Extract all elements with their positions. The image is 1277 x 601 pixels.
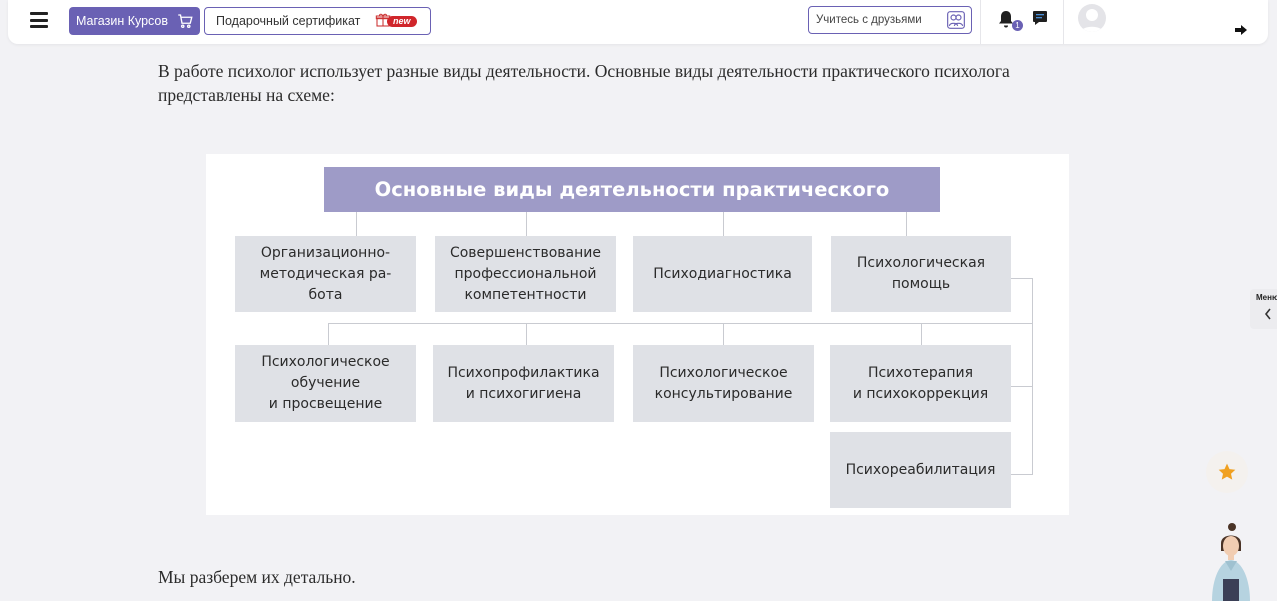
connector-line [723,212,724,236]
assistant-avatar[interactable] [1208,521,1252,601]
logout-icon[interactable] [1234,24,1248,36]
top-navbar: Магазин Курсов Подарочный сертификат new… [8,0,1268,44]
connector-line [328,323,1033,324]
diagram-box: Психологическое консультирование [633,345,814,422]
learn-with-friends-button[interactable]: Учитесь с друзьями [808,6,972,34]
gift-certificate-button[interactable]: Подарочный сертификат new [204,7,431,35]
diagram-box: Психологическая помощь [831,236,1011,312]
diagram-box: Психотерапия и психокоррекция [830,345,1011,422]
connector-line [356,212,357,236]
side-menu-label: Меню [1256,293,1277,302]
navbar-divider [1063,0,1064,44]
connector-line [526,323,527,345]
chat-icon[interactable] [1032,10,1048,26]
cart-icon [178,14,193,29]
new-badge: new [387,16,417,27]
connector-line [1011,386,1033,387]
user-silhouette-icon [1081,9,1103,32]
connector-line [906,212,907,236]
diagram-box: Психореабилитация [830,432,1011,508]
diagram-box: Совершенствование профессиональной компе… [435,236,616,312]
connector-line [1032,278,1033,475]
chevron-left-icon [1264,308,1271,320]
connector-line [1011,474,1033,475]
learn-with-friends-label: Учитесь с друзьями [816,14,922,26]
connector-line [723,323,724,345]
friends-icon [947,11,965,29]
course-shop-label: Магазин Курсов [76,14,169,28]
intro-paragraph: В работе психолог использует разные виды… [158,61,1010,105]
avatar[interactable] [1078,4,1106,32]
diagram-image: Основные виды деятельности практического… [206,154,1069,515]
diagram-title: Основные виды деятельности практического… [324,167,940,246]
diagram-box: Психологическое обучение и просвещение [235,345,416,422]
connector-line [328,323,329,345]
connector-line [1011,278,1033,279]
star-icon [1218,463,1236,480]
diagram-box: Психопрофилактика и психогигиена [433,345,614,422]
gift-certificate-label: Подарочный сертификат [216,14,361,28]
notification-count-badge: 1 [1012,20,1023,31]
diagram-box: Организационно- методическая ра- бота [235,236,416,312]
favorite-button[interactable] [1206,451,1248,493]
side-menu-tab[interactable]: Меню [1250,289,1277,329]
diagram-box: Психодиагностика [633,236,812,312]
connector-line [526,212,527,236]
outro-paragraph: Мы разберем их детально. [158,567,356,587]
navbar-divider [980,0,981,44]
course-shop-button[interactable]: Магазин Курсов [69,7,200,35]
connector-line [921,323,922,345]
hamburger-icon[interactable] [30,12,48,28]
